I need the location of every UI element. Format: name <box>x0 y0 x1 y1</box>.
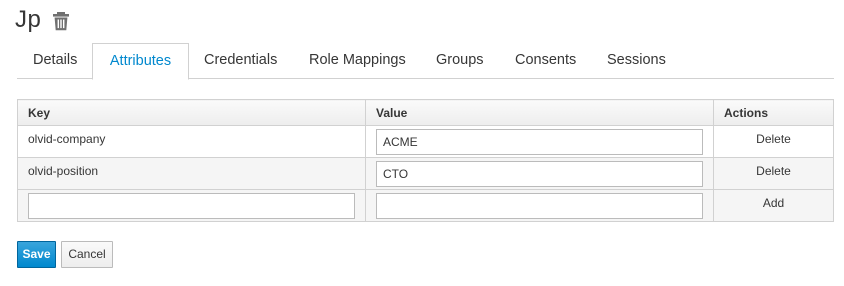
user-name-heading: Jp <box>15 6 42 33</box>
column-header-key: Key <box>17 99 366 126</box>
cancel-button[interactable]: Cancel <box>61 241 113 268</box>
column-header-value: Value <box>365 99 714 126</box>
add-button[interactable]: Add <box>763 196 784 210</box>
attribute-value-input[interactable] <box>376 160 703 187</box>
attribute-value-input[interactable] <box>376 128 703 155</box>
attribute-actions-cell: Delete <box>713 125 834 158</box>
new-key-input[interactable] <box>28 192 355 219</box>
tab-groups[interactable]: Groups <box>436 43 484 79</box>
page-title: Jp <box>15 6 41 34</box>
table-row: olvid-position Delete <box>17 157 834 190</box>
tab-consents[interactable]: Consents <box>515 43 576 79</box>
attribute-key: olvid-company <box>17 125 366 158</box>
tab-attributes[interactable]: Attributes <box>92 43 189 80</box>
delete-button[interactable]: Delete <box>756 132 791 146</box>
user-tabs: Details Attributes Credentials Role Mapp… <box>17 43 834 80</box>
new-value-cell <box>365 189 714 222</box>
delete-button[interactable]: Delete <box>756 164 791 178</box>
attribute-actions-cell: Delete <box>713 157 834 190</box>
new-attribute-actions-cell: Add <box>713 189 834 222</box>
attributes-table: Key Value Actions olvid-company Delete o… <box>17 99 834 222</box>
tab-role-mappings[interactable]: Role Mappings <box>309 43 406 79</box>
table-row: olvid-company Delete <box>17 125 834 158</box>
tab-credentials[interactable]: Credentials <box>204 43 277 79</box>
new-value-input[interactable] <box>376 192 703 219</box>
attribute-key: olvid-position <box>17 157 366 190</box>
tab-details[interactable]: Details <box>33 43 77 79</box>
new-key-cell <box>17 189 366 222</box>
attribute-value-cell <box>365 125 714 158</box>
table-header-row: Key Value Actions <box>17 99 834 126</box>
save-button[interactable]: Save <box>17 241 56 268</box>
column-header-actions: Actions <box>713 99 834 126</box>
new-attribute-row: Add <box>17 189 834 222</box>
tab-sessions[interactable]: Sessions <box>607 43 666 79</box>
trash-icon[interactable] <box>52 11 70 31</box>
attribute-value-cell <box>365 157 714 190</box>
